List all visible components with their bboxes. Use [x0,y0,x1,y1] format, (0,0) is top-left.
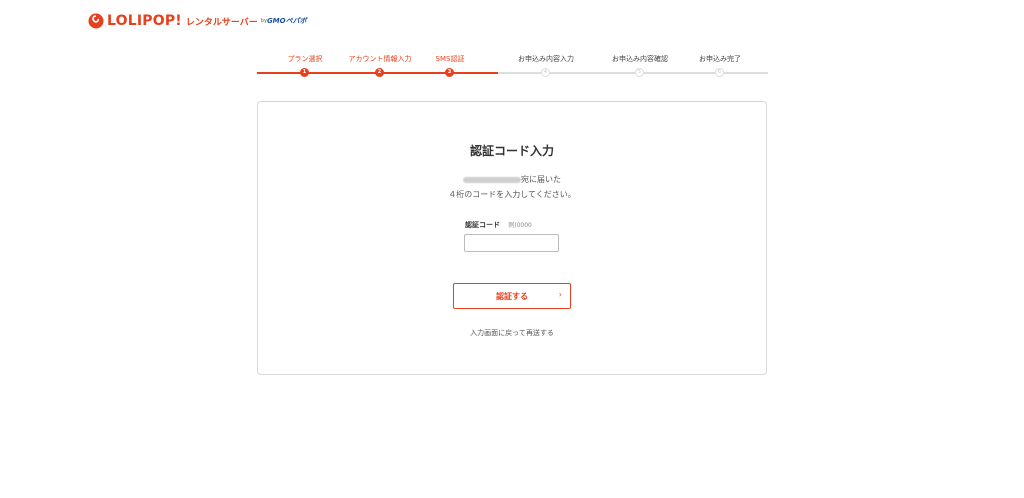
progress-steps: プラン選択 1 アカウント情報入力 2 SMS認証 3 お申込み内容入力 4 お… [257,50,768,80]
step-number: 5 [635,68,644,77]
resend-link[interactable]: 入力画面に戻って再送する [258,328,766,338]
step-sms-auth: SMS認証 3 [402,50,498,80]
verification-code-input[interactable] [464,234,559,252]
step-number: 2 [375,68,384,77]
logo-subtitle: レンタルサーバー [185,17,258,28]
verification-card: 認証コード入力 宛に届いた ４桁のコードを入力してください。 認証コード 例)0… [257,101,767,375]
step-label: お申込み完了 [699,55,741,63]
lollipop-logo-icon [88,13,104,29]
step-number: 3 [445,68,454,77]
verify-button[interactable]: 認証する › [453,283,571,309]
step-number: 1 [300,68,309,77]
instruction-line1-suffix: 宛に届いた [521,175,561,184]
page-title: 認証コード入力 [469,144,554,158]
step-label: お申込み内容入力 [518,55,574,63]
code-field-hint: 例)0000 [508,222,532,229]
chevron-right-icon: › [558,290,562,299]
code-field-label: 認証コード [465,221,500,229]
step-number: 4 [541,68,550,77]
step-application-complete: お申込み完了 6 [672,50,768,80]
step-label: SMS認証 [435,55,465,63]
step-application-input: お申込み内容入力 4 [498,50,594,80]
instruction-text: 宛に届いた ４桁のコードを入力してください。 [258,172,766,202]
verify-button-label: 認証する [496,292,528,301]
instruction-line2: ４桁のコードを入力してください。 [448,190,576,199]
gmo-logo: GMOペパボ [266,17,307,25]
header: LOLIPOP! レンタルサーバー by GMOペパボ [88,10,307,32]
step-number: 6 [715,68,724,77]
logo-text[interactable]: LOLIPOP! [107,13,182,29]
masked-phone-number [463,176,521,183]
field-label-row: 認証コード 例)0000 [465,220,532,230]
